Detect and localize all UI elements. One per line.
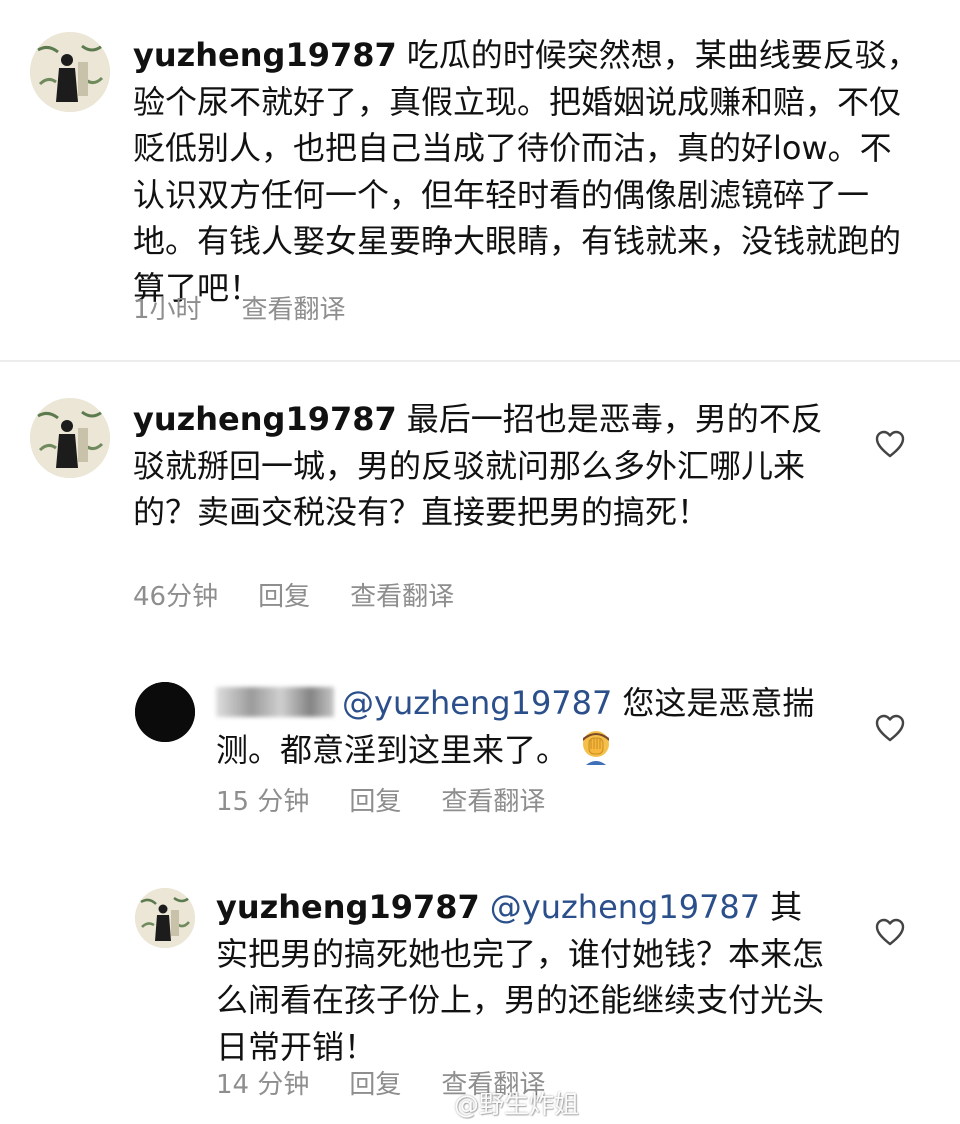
avatar[interactable] [135, 682, 195, 742]
watermark-text: @野生炸姐 [454, 1090, 580, 1119]
comment-time: 1小时 [133, 295, 202, 325]
like-heart-icon[interactable] [875, 430, 905, 458]
mention-link[interactable]: @yuzheng19787 [342, 684, 612, 722]
reply-button[interactable]: 回复 [349, 1070, 401, 1100]
like-heart-icon[interactable] [875, 714, 905, 742]
avatar[interactable] [30, 398, 110, 478]
avatar-image [30, 398, 110, 478]
see-translation-button[interactable]: 查看翻译 [441, 787, 545, 817]
divider [0, 360, 960, 362]
facepalm-emoji-icon [576, 727, 616, 767]
avatar[interactable] [135, 888, 195, 948]
like-heart-icon[interactable] [875, 918, 905, 946]
reply-button[interactable]: 回复 [258, 582, 310, 612]
avatar-image [135, 682, 195, 742]
comment-time: 15 分钟 [216, 787, 310, 817]
weibo-icon [420, 1091, 450, 1117]
comment-username[interactable]: yuzheng19787 [133, 36, 397, 74]
see-translation-button[interactable]: 查看翻译 [242, 295, 346, 325]
mention-link[interactable]: @yuzheng19787 [490, 888, 760, 926]
comment-username[interactable]: yuzheng19787 [216, 888, 480, 926]
avatar[interactable] [30, 32, 110, 112]
comment-text: 吃瓜的时候突然想，某曲线要反驳，验个尿不就好了，真假立现。把婚姻说成赚和赔，不仅… [133, 36, 919, 307]
avatar-image [30, 32, 110, 112]
avatar-image [135, 888, 195, 948]
blurred-username[interactable] [216, 687, 334, 717]
see-translation-button[interactable]: 查看翻译 [350, 582, 454, 612]
reply-button[interactable]: 回复 [349, 787, 401, 817]
comment-time: 14 分钟 [216, 1070, 310, 1100]
comment-time: 46分钟 [133, 582, 219, 612]
watermark: @野生炸姐 [420, 1085, 579, 1121]
comment-username[interactable]: yuzheng19787 [133, 400, 397, 438]
